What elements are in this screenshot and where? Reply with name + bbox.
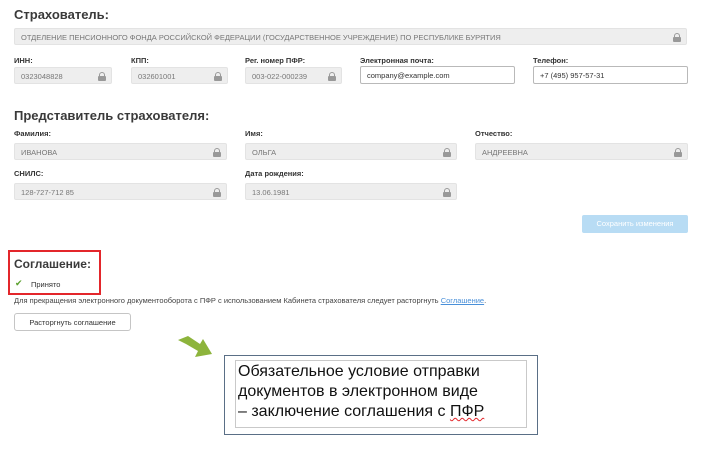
save-changes-button[interactable]: Сохранить изменения <box>582 215 688 233</box>
checkmark-icon: ✔ <box>15 278 23 288</box>
representative-title: Представитель страхователя: <box>14 108 210 123</box>
phone-label: Телефон: <box>533 56 569 65</box>
insurer-title: Страхователь: <box>14 7 109 22</box>
lock-icon <box>213 148 221 157</box>
email-value: company@example.com <box>367 71 450 80</box>
patronymic-field: АНДРЕЕВНА <box>475 143 688 160</box>
inn-value: 0323048828 <box>21 72 63 81</box>
insurer-name-value: ОТДЕЛЕНИЕ ПЕНСИОННОГО ФОНДА РОССИЙСКОЙ Ф… <box>21 33 501 42</box>
annotation-line-1: Обязательное условие отправки <box>238 363 480 380</box>
pfr-number-value: 003-022-000239 <box>252 72 308 81</box>
birth-date-field: 13.06.1981 <box>245 183 457 200</box>
first-name-value: ОЛЬГА <box>252 148 277 157</box>
lock-icon <box>328 72 336 81</box>
annotation-line-3-start: – заключение соглашения с <box>238 403 450 420</box>
first-name-label: Имя: <box>245 129 263 138</box>
lock-icon <box>214 72 222 81</box>
annotation-line-3-end: ПФР <box>449 403 485 420</box>
agreement-info-end: . <box>484 296 487 305</box>
inn-field: 0323048828 <box>14 67 112 84</box>
snils-label: СНИЛС: <box>14 169 44 178</box>
birth-date-label: Дата рождения: <box>245 169 304 178</box>
agreement-title: Соглашение: <box>14 257 91 271</box>
lock-icon <box>443 188 451 197</box>
lock-icon <box>213 188 221 197</box>
agreement-status: Принято <box>31 280 61 289</box>
annotation-line-2: документов в электронном виде <box>238 383 478 400</box>
patronymic-label: Отчество: <box>475 129 513 138</box>
annotation-text: Обязательное условие отправки документов… <box>235 360 527 428</box>
arrow-icon <box>178 336 212 357</box>
email-label: Электронная почта: <box>360 56 434 65</box>
lock-icon <box>443 148 451 157</box>
email-field[interactable]: company@example.com <box>360 66 515 84</box>
pfr-number-field: 003-022-000239 <box>245 67 342 84</box>
patronymic-value: АНДРЕЕВНА <box>482 148 528 157</box>
first-name-field: ОЛЬГА <box>245 143 457 160</box>
phone-field[interactable]: +7 (495) 957-57-31 <box>533 66 688 84</box>
lock-icon <box>674 148 682 157</box>
phone-value: +7 (495) 957-57-31 <box>540 71 605 80</box>
kpp-field: 032601001 <box>131 67 228 84</box>
snils-value: 128-727-712 85 <box>21 188 74 197</box>
agreement-info-body: Для прекращения электронного документооб… <box>14 296 441 305</box>
insurer-name-field: ОТДЕЛЕНИЕ ПЕНСИОННОГО ФОНДА РОССИЙСКОЙ Ф… <box>14 28 687 45</box>
pfr-number-label: Рег. номер ПФР: <box>245 56 306 65</box>
kpp-value: 032601001 <box>138 72 176 81</box>
annotation-box: Обязательное условие отправки документов… <box>224 355 538 435</box>
birth-date-value: 13.06.1981 <box>252 188 290 197</box>
last-name-label: Фамилия: <box>14 129 51 138</box>
lock-icon <box>98 72 106 81</box>
last-name-field: ИВАНОВА <box>14 143 227 160</box>
lock-icon <box>673 33 681 42</box>
terminate-agreement-button[interactable]: Расторгнуть соглашение <box>14 313 131 331</box>
agreement-link[interactable]: Соглашение <box>441 296 484 305</box>
inn-label: ИНН: <box>14 56 33 65</box>
agreement-info-text: Для прекращения электронного документооб… <box>14 296 486 305</box>
annotation-line-3: – заключение соглашения с ПФР <box>238 402 524 422</box>
last-name-value: ИВАНОВА <box>21 148 58 157</box>
kpp-label: КПП: <box>131 56 149 65</box>
snils-field: 128-727-712 85 <box>14 183 227 200</box>
